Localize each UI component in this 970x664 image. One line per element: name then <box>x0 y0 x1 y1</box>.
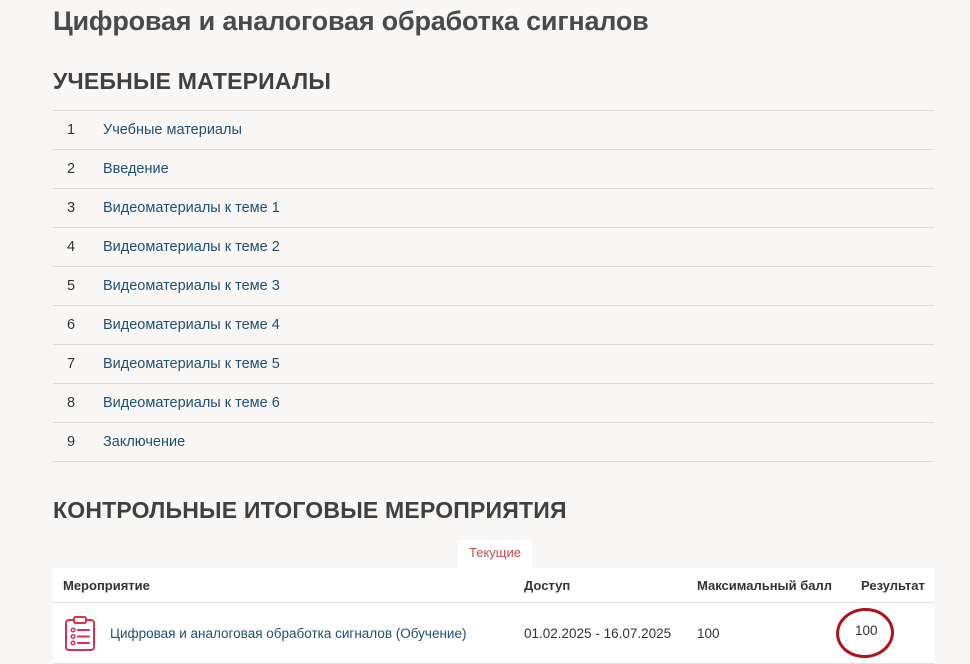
course-title: Цифровая и аналоговая обработка сигналов <box>53 6 649 36</box>
list-item: 6 Видеоматериалы к теме 4 <box>53 306 934 345</box>
material-link[interactable]: Видеоматериалы к теме 3 <box>103 278 280 294</box>
list-item: 4 Видеоматериалы к теме 2 <box>53 228 934 267</box>
material-link[interactable]: Учебные материалы <box>103 122 242 138</box>
item-number: 6 <box>67 317 76 333</box>
event-link[interactable]: Цифровая и аналоговая обработка сигналов… <box>110 603 466 663</box>
tab-current[interactable]: Текущие <box>458 540 532 568</box>
clipboard-list-icon <box>65 616 95 651</box>
material-link[interactable]: Видеоматериалы к теме 2 <box>103 239 280 255</box>
item-number: 1 <box>67 122 76 138</box>
item-number: 7 <box>67 356 76 372</box>
column-header-name: Мероприятие <box>63 577 150 593</box>
list-item: 1 Учебные материалы <box>53 111 934 150</box>
list-item: 3 Видеоматериалы к теме 1 <box>53 189 934 228</box>
table-row: Цифровая и аналоговая обработка сигналов… <box>53 603 934 664</box>
material-link[interactable]: Видеоматериалы к теме 4 <box>103 317 280 333</box>
column-header-access: Доступ <box>524 577 571 593</box>
event-max-score: 100 <box>697 625 720 641</box>
materials-list: 1 Учебные материалы 2 Введение 3 Видеома… <box>53 110 934 462</box>
event-access-dates: 01.02.2025 - 16.07.2025 <box>524 625 672 641</box>
materials-heading: УЧЕБНЫЕ МАТЕРИАЛЫ <box>53 68 332 94</box>
column-header-result: Результат <box>861 577 925 593</box>
column-header-max-score: Максимальный балл <box>697 577 833 593</box>
table-header: Мероприятие Доступ Максимальный балл Рез… <box>53 568 934 603</box>
material-link[interactable]: Видеоматериалы к теме 1 <box>103 200 280 216</box>
list-item: 7 Видеоматериалы к теме 5 <box>53 345 934 384</box>
material-link[interactable]: Заключение <box>103 434 185 450</box>
material-link[interactable]: Видеоматериалы к теме 5 <box>103 356 280 372</box>
material-link[interactable]: Введение <box>103 161 169 177</box>
list-item: 9 Заключение <box>53 423 934 462</box>
item-number: 4 <box>67 239 76 255</box>
item-number: 5 <box>67 278 76 294</box>
item-number: 3 <box>67 200 76 216</box>
events-table: Мероприятие Доступ Максимальный балл Рез… <box>53 568 934 664</box>
list-item: 8 Видеоматериалы к теме 6 <box>53 384 934 423</box>
list-item: 5 Видеоматериалы к теме 3 <box>53 267 934 306</box>
material-link[interactable]: Видеоматериалы к теме 6 <box>103 395 280 411</box>
item-number: 2 <box>67 161 76 177</box>
item-number: 8 <box>67 395 76 411</box>
list-item: 2 Введение <box>53 150 934 189</box>
events-heading: КОНТРОЛЬНЫЕ ИТОГОВЫЕ МЕРОПРИЯТИЯ <box>53 497 567 523</box>
item-number: 9 <box>67 434 76 450</box>
